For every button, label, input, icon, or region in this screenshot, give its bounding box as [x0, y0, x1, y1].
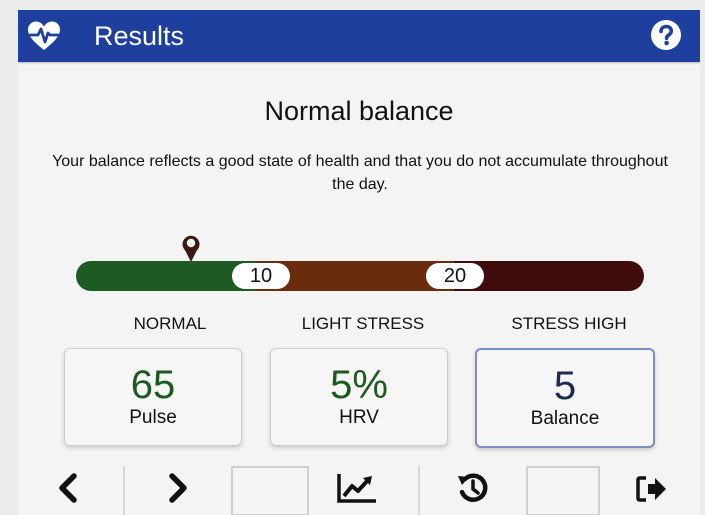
empty-toolbar-slot: [526, 466, 600, 515]
result-description: Your balance reflects a good state of he…: [52, 153, 668, 193]
pulse-value: 65: [130, 363, 176, 407]
heart-pulse-icon: [28, 21, 60, 50]
stress-scale-bar: [76, 261, 644, 291]
result-heading: Normal balance: [264, 96, 454, 126]
balance-card[interactable]: 5 Balance: [475, 348, 655, 448]
history-icon[interactable]: [456, 471, 490, 505]
app-screen: Results Normal balance Your balance refl…: [18, 10, 700, 515]
exit-icon[interactable]: [636, 475, 668, 503]
hrv-value: 5%: [330, 363, 388, 407]
balance-value: 5: [553, 364, 577, 408]
chevron-left-icon[interactable]: [56, 473, 80, 503]
help-icon[interactable]: [650, 19, 682, 51]
hrv-card[interactable]: 5% HRV: [270, 348, 448, 446]
hrv-label: HRV: [339, 407, 379, 428]
toolbar-divider: [418, 466, 420, 515]
page-title: Results: [94, 21, 185, 51]
zone-label-normal: NORMAL: [133, 314, 207, 333]
zone-label-light-stress: LIGHT STRESS: [301, 314, 425, 333]
toolbar-divider: [123, 466, 125, 515]
pulse-card[interactable]: 65 Pulse: [64, 348, 242, 446]
zone-normal-segment: [76, 261, 256, 291]
trend-chart-icon[interactable]: [336, 472, 378, 504]
balance-label: Balance: [530, 408, 600, 429]
title-bar: Results: [18, 10, 700, 62]
location-pin-icon: [182, 235, 200, 262]
pulse-label: Pulse: [129, 407, 177, 428]
zone-label-stress-high: STRESS HIGH: [511, 314, 627, 333]
empty-toolbar-slot: [231, 466, 309, 515]
threshold-20: 20: [426, 263, 484, 289]
chevron-right-icon[interactable]: [166, 473, 190, 503]
threshold-10: 10: [232, 263, 290, 289]
